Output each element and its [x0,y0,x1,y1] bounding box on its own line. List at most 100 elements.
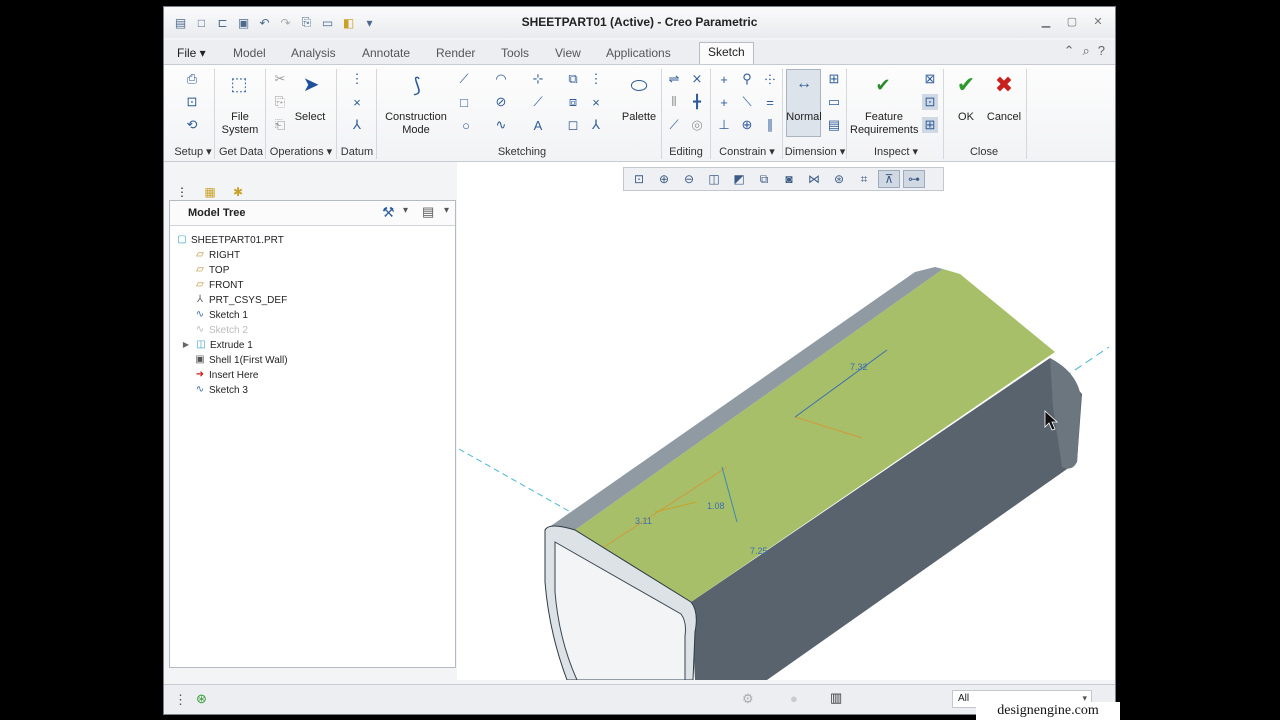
browser-toggle-icon[interactable]: ⊛ [196,691,207,707]
group-dimension[interactable]: Dimension ▾ [784,145,846,159]
expand-arrow-icon[interactable]: ▶ [180,339,192,351]
refit-icon[interactable]: ⊡ [628,170,650,188]
view-manager-icon[interactable]: ◙ [778,170,800,188]
perpendicular-constraint-icon[interactable]: ⊥ [716,117,732,133]
close-icon[interactable]: ✕ [1089,13,1107,29]
construction-mode-label[interactable]: Construction Mode [384,111,448,137]
display-style-icon[interactable]: ◩ [728,170,750,188]
project-icon[interactable]: ◻ [565,117,581,133]
datum-csys-icon[interactable]: ⅄ [349,117,365,133]
perimeter-icon[interactable]: ⊞ [826,71,842,87]
modify-icon[interactable]: ⇌ [666,71,682,87]
tangent-constraint-icon[interactable]: ⚲ [739,71,755,87]
model-viewport[interactable]: 7.32 3.11 1.08 7.25 [457,162,1115,680]
rectangle-icon[interactable]: □ [456,94,472,110]
minimize-icon[interactable]: ▁ [1037,13,1055,29]
coincident-constraint-icon[interactable]: ⊕ [739,117,755,133]
group-setup[interactable]: Setup ▾ [168,145,218,159]
overlapping-geometry-icon[interactable]: ⊠ [922,71,938,87]
midpoint-constraint-icon[interactable]: ⟍ [739,94,755,110]
tree-settings-dropdown-icon[interactable]: ▾ [403,205,408,216]
rotate-resize-icon[interactable]: ◎ [689,117,705,133]
favorites-tab-icon[interactable]: ✱ [228,182,248,202]
thicken-icon[interactable]: ⧈ [565,94,581,110]
paste-icon[interactable]: ⎗ [272,117,288,133]
tree-item-sketch-1[interactable]: ∿ Sketch 1 [194,308,248,323]
constraint-display-icon[interactable]: ⊶ [903,170,925,188]
zoom-out-icon[interactable]: ⊖ [678,170,700,188]
normal-dimension-button[interactable]: ↔ [786,69,821,137]
datum-centerline-icon[interactable]: ⋮ [349,71,365,87]
show-dropdown-icon[interactable]: ▾ [444,205,449,216]
tab-annotate[interactable]: Annotate [359,44,413,62]
circle-icon[interactable]: ○ [458,117,474,133]
annotation-display-icon[interactable]: ⌗ [853,170,875,188]
tree-item-front[interactable]: ▱ FRONT [194,278,243,293]
datum-display-icon[interactable]: ⋈ [803,170,825,188]
tab-view[interactable]: View [552,44,584,62]
repaint-icon[interactable]: ◫ [703,170,725,188]
search-icon[interactable]: ⌕ [1082,43,1089,59]
tab-render[interactable]: Render [433,44,478,62]
tree-item-part[interactable]: ▢ SHEETPART01.PRT [176,233,284,248]
collapse-ribbon-icon[interactable]: ⌃ [1064,43,1075,59]
sketch-setup-icon[interactable]: ⎙ [184,71,200,87]
ok-label[interactable]: OK [948,111,984,124]
tab-applications[interactable]: Applications [603,44,674,62]
tree-item-sketch-2[interactable]: ∿ Sketch 2 [194,323,248,338]
line-chain-icon[interactable]: ⟋ [456,71,472,87]
saved-orientations-icon[interactable]: ⧉ [753,170,775,188]
references-icon[interactable]: ⟲ [184,117,200,133]
ok-check-icon[interactable]: ✔ [954,72,978,97]
spline-icon[interactable]: ∿ [493,117,509,133]
corner-icon[interactable]: ╋ [689,94,705,110]
fillet-icon[interactable]: ⊹ [530,71,546,87]
symmetric-constraint-icon[interactable]: ⸭ [762,71,778,87]
toggle-navigator-icon[interactable]: ⋮ [174,692,187,708]
tree-item-top[interactable]: ▱ TOP [194,263,229,278]
tab-tools[interactable]: Tools [498,44,532,62]
find-icon[interactable]: ▥ [830,690,842,706]
tree-item-right[interactable]: ▱ RIGHT [194,248,240,263]
tab-analysis[interactable]: Analysis [288,44,339,62]
tree-settings-icon[interactable]: ⚒ [382,204,395,221]
shade-closed-loops-icon[interactable]: ⊞ [922,117,938,133]
copy-icon[interactable]: ⎘ [272,94,288,110]
datum-point-icon[interactable]: × [349,94,365,110]
divide-icon[interactable]: ⟋ [666,117,682,133]
baseline-icon[interactable]: ▭ [826,94,842,110]
ellipse-icon[interactable]: ⊘ [493,94,509,110]
feature-requirements-icon[interactable]: ✔ [871,73,895,97]
sketch-view-icon[interactable]: ⊡ [184,94,200,110]
equal-constraint-icon[interactable]: = [762,94,778,110]
centerline-icon[interactable]: ⋮ [588,71,604,87]
graphics-window[interactable]: 7.32 3.11 1.08 7.25 [457,162,1115,680]
folder-browser-tab-icon[interactable]: ▦ [200,182,220,202]
tree-item-insert-here[interactable]: ➜ Insert Here [194,368,259,383]
chamfer-icon[interactable]: ⟋ [530,94,546,110]
tab-model[interactable]: Model [230,44,269,62]
select-arrow-icon[interactable]: ➤ [300,73,322,96]
csys-icon[interactable]: ⅄ [588,117,604,133]
tree-item-extrude-1[interactable]: ▶ ◫ Extrude 1 [180,338,253,353]
feature-requirements-label[interactable]: Feature Requirements [850,111,918,137]
help-icon[interactable]: ? [1098,43,1105,59]
spin-center-icon[interactable]: ⊛ [828,170,850,188]
reference-dim-icon[interactable]: ▤ [826,117,842,133]
parallel-constraint-icon[interactable]: ∥ [762,117,778,133]
delete-segment-icon[interactable]: ⨯ [689,71,705,87]
zoom-in-icon[interactable]: ⊕ [653,170,675,188]
palette-icon[interactable]: ⬭ [626,73,652,99]
construction-mode-icon[interactable]: ⟆ [405,73,429,97]
tab-file[interactable]: File ▾ [174,44,209,62]
show-menu-icon[interactable]: ▤ [422,204,434,220]
file-system-icon[interactable]: ⬚ [228,73,250,95]
cancel-x-icon[interactable]: ✖ [992,72,1016,97]
file-system-label[interactable]: File System [219,111,261,137]
maximize-icon[interactable]: ▢ [1063,13,1081,29]
offset-icon[interactable]: ⧉ [565,71,581,87]
point-icon[interactable]: × [588,94,604,110]
tree-item-shell-1[interactable]: ▣ Shell 1(First Wall) [194,353,287,368]
arc-icon[interactable]: ◠ [493,71,509,87]
horizontal-constraint-icon[interactable]: + [716,94,732,110]
